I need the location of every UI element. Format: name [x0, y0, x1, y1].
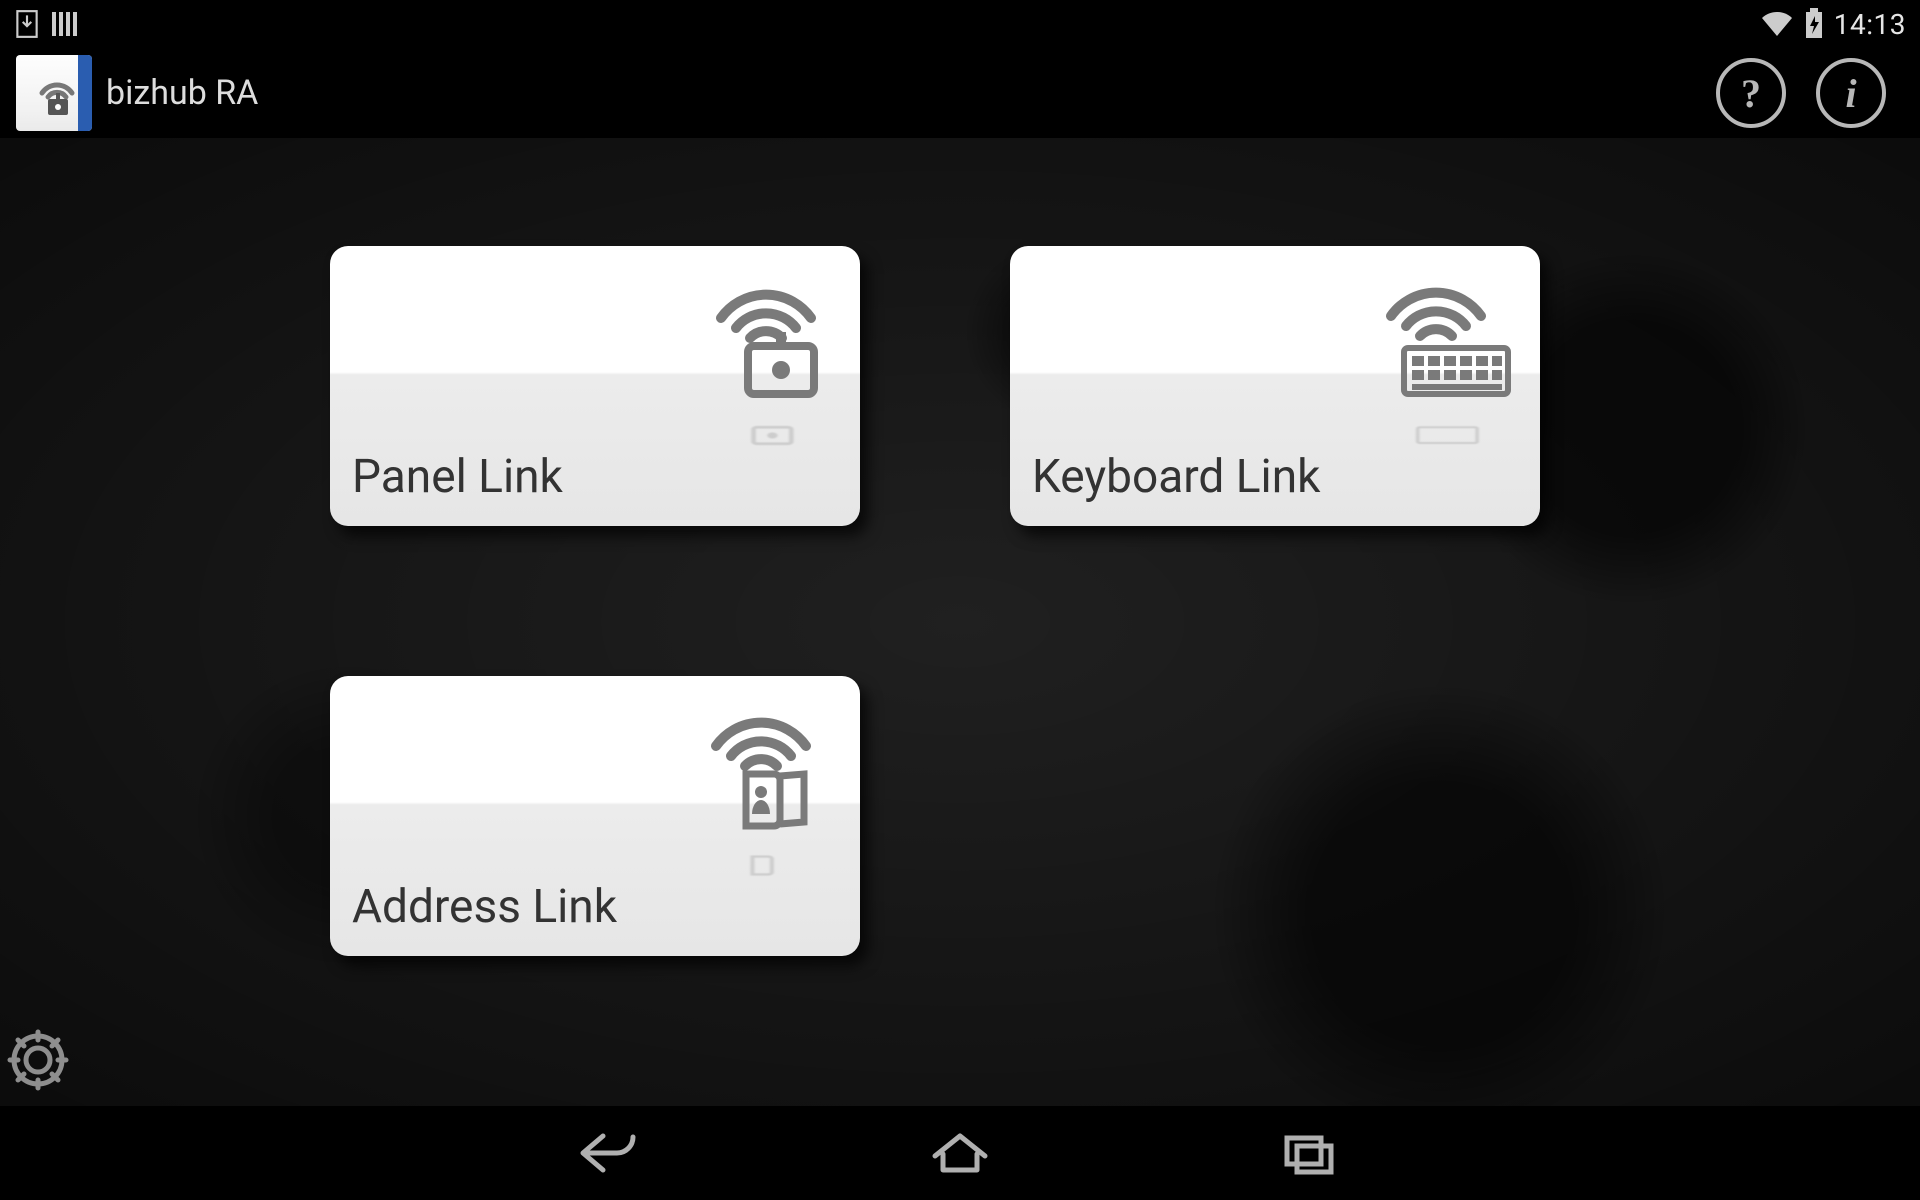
settings-button[interactable] — [2, 1024, 74, 1100]
device-frame: 14:13 bizhub RA ? i — [0, 0, 1920, 1200]
recents-button[interactable] — [1275, 1126, 1345, 1180]
battery-charging-icon — [1804, 8, 1824, 40]
tile-label: Panel Link — [352, 450, 563, 504]
panel-link-reflection — [686, 423, 836, 473]
barcode-icon — [50, 9, 80, 39]
status-right: 14:13 — [1760, 8, 1906, 41]
address-link-icon — [686, 690, 836, 834]
navigation-bar — [0, 1106, 1920, 1200]
app-bar: bizhub RA ? i — [0, 48, 1920, 138]
tiles-grid: Panel Link — [330, 246, 1540, 956]
content-area: Panel Link — [0, 138, 1920, 1106]
tile-label: Address Link — [352, 880, 617, 934]
home-icon — [925, 1126, 995, 1180]
home-button[interactable] — [925, 1126, 995, 1180]
help-button[interactable]: ? — [1716, 58, 1786, 128]
recents-icon — [1275, 1126, 1345, 1180]
tile-label: Keyboard Link — [1032, 450, 1320, 504]
tile-keyboard-link[interactable]: Keyboard Link — [1010, 246, 1540, 526]
download-icon — [14, 9, 40, 39]
app-bar-actions: ? i — [1716, 58, 1904, 128]
gear-icon — [2, 1024, 74, 1096]
keyboard-link-reflection — [1356, 423, 1516, 473]
status-time: 14:13 — [1834, 8, 1906, 41]
back-icon — [575, 1126, 645, 1180]
info-button[interactable]: i — [1816, 58, 1886, 128]
wifi-icon — [1760, 10, 1794, 38]
status-bar: 14:13 — [0, 0, 1920, 48]
back-button[interactable] — [575, 1126, 645, 1180]
app-logo-icon — [16, 55, 92, 131]
app-title: bizhub RA — [106, 73, 258, 113]
panel-link-icon — [686, 260, 836, 404]
address-link-reflection — [686, 853, 836, 903]
keyboard-link-icon — [1356, 260, 1516, 404]
tile-address-link[interactable]: Address Link — [330, 676, 860, 956]
status-left — [14, 9, 80, 39]
tile-panel-link[interactable]: Panel Link — [330, 246, 860, 526]
